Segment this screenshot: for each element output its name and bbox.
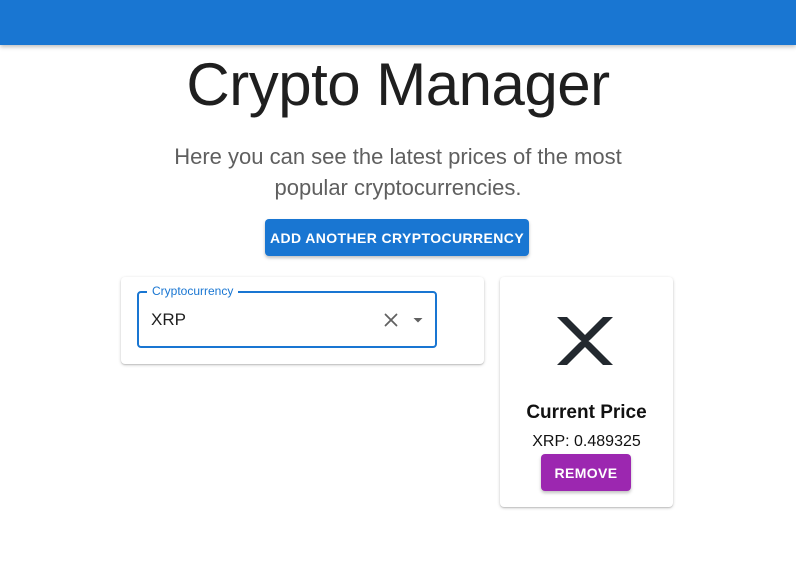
close-icon[interactable] [382,311,400,329]
price-heading: Current Price [526,402,647,423]
add-cryptocurrency-button[interactable]: ADD ANOTHER CRYPTOCURRENCY [265,219,529,256]
cryptocurrency-autocomplete[interactable]: Cryptocurrency XRP [137,284,437,348]
page-title: Crypto Manager [186,51,610,118]
caret-down-icon[interactable] [409,311,427,329]
cryptocurrency-field-value[interactable]: XRP [151,310,186,330]
page-subtitle: Here you can see the latest prices of th… [174,144,622,200]
app-bar [0,0,796,45]
remove-button[interactable]: REMOVE [541,454,631,491]
price-card: Current Price XRP: 0.489325 REMOVE [500,277,673,507]
cryptocurrency-field-label: Cryptocurrency [147,284,239,298]
xrp-logo-icon [555,315,615,367]
price-value: XRP: 0.489325 [532,433,641,450]
selector-card: Cryptocurrency XRP [121,277,484,364]
